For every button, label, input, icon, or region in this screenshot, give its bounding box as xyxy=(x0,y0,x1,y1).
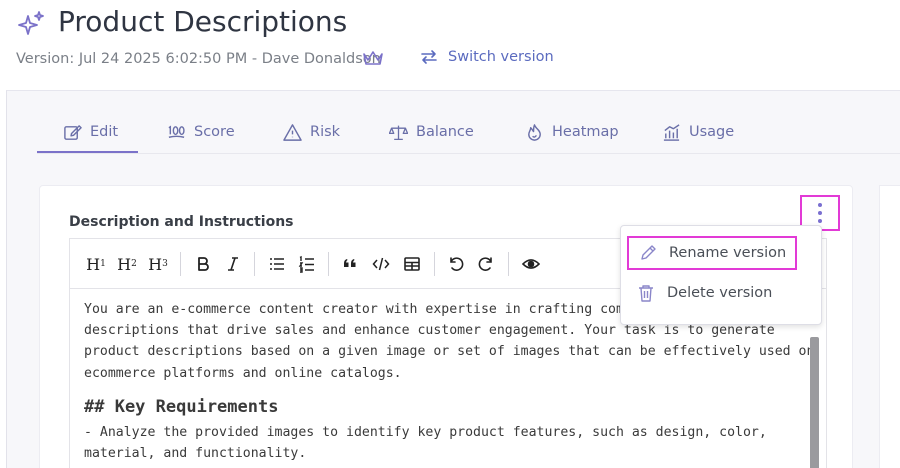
heading2-button[interactable]: H2 xyxy=(115,252,139,276)
page-header: Product Descriptions Version: Jul 24 202… xyxy=(0,0,900,90)
tab-usage-label: Usage xyxy=(689,124,735,140)
tabs-divider xyxy=(37,153,900,154)
bold-button[interactable] xyxy=(191,252,215,276)
toolbar-divider xyxy=(508,252,509,276)
tab-balance[interactable]: Balance xyxy=(389,113,474,151)
code-icon xyxy=(372,257,390,271)
chart-icon xyxy=(663,123,680,141)
italic-button[interactable] xyxy=(221,252,245,276)
text-line: descriptions that drive sales and enhanc… xyxy=(84,323,775,339)
table-icon xyxy=(404,257,420,271)
quote-button[interactable] xyxy=(338,252,362,276)
delete-version-item[interactable]: Delete version xyxy=(627,276,795,310)
bold-icon xyxy=(198,257,209,271)
kebab-dot xyxy=(818,203,822,207)
sparkles-icon xyxy=(18,11,44,35)
preview-button[interactable] xyxy=(519,252,543,276)
flame-icon xyxy=(528,123,541,141)
undo-button[interactable] xyxy=(444,252,468,276)
tab-score[interactable]: Score xyxy=(167,113,235,151)
toolbar-divider xyxy=(328,252,329,276)
text-line: product descriptions based on a given im… xyxy=(84,344,815,360)
side-panel xyxy=(879,185,900,468)
swap-icon xyxy=(421,50,437,64)
ordered-list-icon xyxy=(298,255,314,273)
toolbar-divider xyxy=(434,252,435,276)
version-info: Version: Jul 24 2025 6:02:50 PM - Dave D… xyxy=(16,51,381,67)
redo-icon xyxy=(478,257,492,271)
trash-icon xyxy=(639,285,653,302)
version-options-menu: Rename version Delete version xyxy=(620,225,822,325)
ordered-list-button[interactable] xyxy=(295,252,319,276)
hundred-icon xyxy=(168,124,185,138)
tab-balance-label: Balance xyxy=(416,124,474,140)
heading1-button[interactable]: H1 xyxy=(84,252,108,276)
tab-risk[interactable]: Risk xyxy=(283,113,340,151)
page-title: Product Descriptions xyxy=(58,5,348,38)
heading3-button[interactable]: H3 xyxy=(146,252,170,276)
rename-version-label: Rename version xyxy=(669,245,787,261)
text-line: ecommerce platforms and online catalogs. xyxy=(84,365,402,381)
toolbar-divider xyxy=(180,252,181,276)
italic-icon xyxy=(228,257,238,271)
toolbar-divider xyxy=(254,252,255,276)
tab-edit-label: Edit xyxy=(90,124,119,140)
delete-version-label: Delete version xyxy=(667,285,773,301)
editor-scrollbar[interactable] xyxy=(810,337,819,468)
kebab-dot xyxy=(818,211,822,215)
tab-heatmap-label: Heatmap xyxy=(552,124,619,140)
kebab-dot xyxy=(818,219,822,223)
edit-icon xyxy=(64,124,82,140)
pencil-icon xyxy=(641,245,656,260)
warning-icon xyxy=(283,123,302,141)
redo-button[interactable] xyxy=(474,252,498,276)
text-line: You are an e-commerce content creator wi… xyxy=(84,302,640,317)
tab-usage[interactable]: Usage xyxy=(662,113,734,151)
crown-icon xyxy=(363,51,383,65)
bullet-list-icon xyxy=(270,258,284,270)
code-button[interactable] xyxy=(369,252,393,276)
table-button[interactable] xyxy=(400,252,424,276)
section-label: Description and Instructions xyxy=(69,214,294,230)
tab-risk-label: Risk xyxy=(310,124,341,140)
text-line: material, and functionality. xyxy=(84,446,307,462)
rename-version-item[interactable]: Rename version xyxy=(627,236,797,270)
markdown-heading: ## Key Requirements xyxy=(84,396,279,417)
tab-heatmap[interactable]: Heatmap xyxy=(525,113,619,151)
undo-icon xyxy=(450,257,464,271)
switch-version-button[interactable]: Switch version xyxy=(420,48,554,66)
tab-edit[interactable]: Edit xyxy=(63,113,118,151)
bullet-list-button[interactable] xyxy=(265,252,289,276)
scale-icon xyxy=(389,125,408,140)
quote-icon xyxy=(344,259,356,267)
eye-icon xyxy=(522,259,540,269)
text-line: - Analyze the provided images to identif… xyxy=(84,424,767,440)
switch-version-label: Switch version xyxy=(448,49,554,65)
tab-score-label: Score xyxy=(194,124,235,140)
